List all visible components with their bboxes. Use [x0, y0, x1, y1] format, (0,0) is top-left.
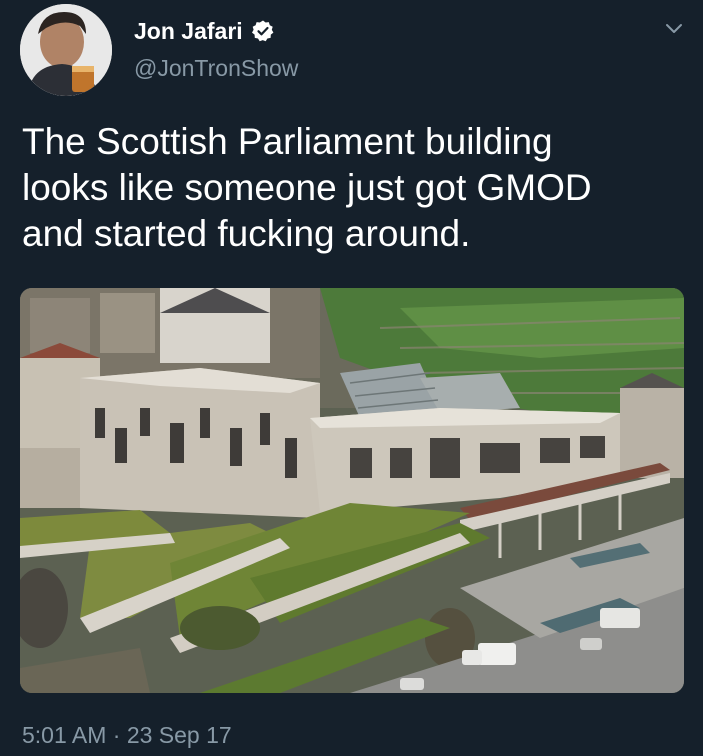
tweet-photo[interactable] [20, 288, 684, 693]
chevron-down-icon[interactable] [662, 16, 686, 40]
author-name[interactable]: Jon Jafari [134, 16, 275, 46]
verified-badge-icon [251, 19, 275, 43]
author-display-name[interactable]: Jon Jafari [134, 16, 243, 46]
tweet-timestamp[interactable]: 5:01 AM · 23 Sep 17 [22, 720, 232, 750]
avatar[interactable] [20, 4, 112, 96]
tweet: Jon Jafari @JonTronShow The Scottish Par… [0, 0, 703, 756]
tweet-text: The Scottish Parliament building looks l… [22, 121, 592, 254]
author-handle[interactable]: @JonTronShow [134, 53, 298, 83]
